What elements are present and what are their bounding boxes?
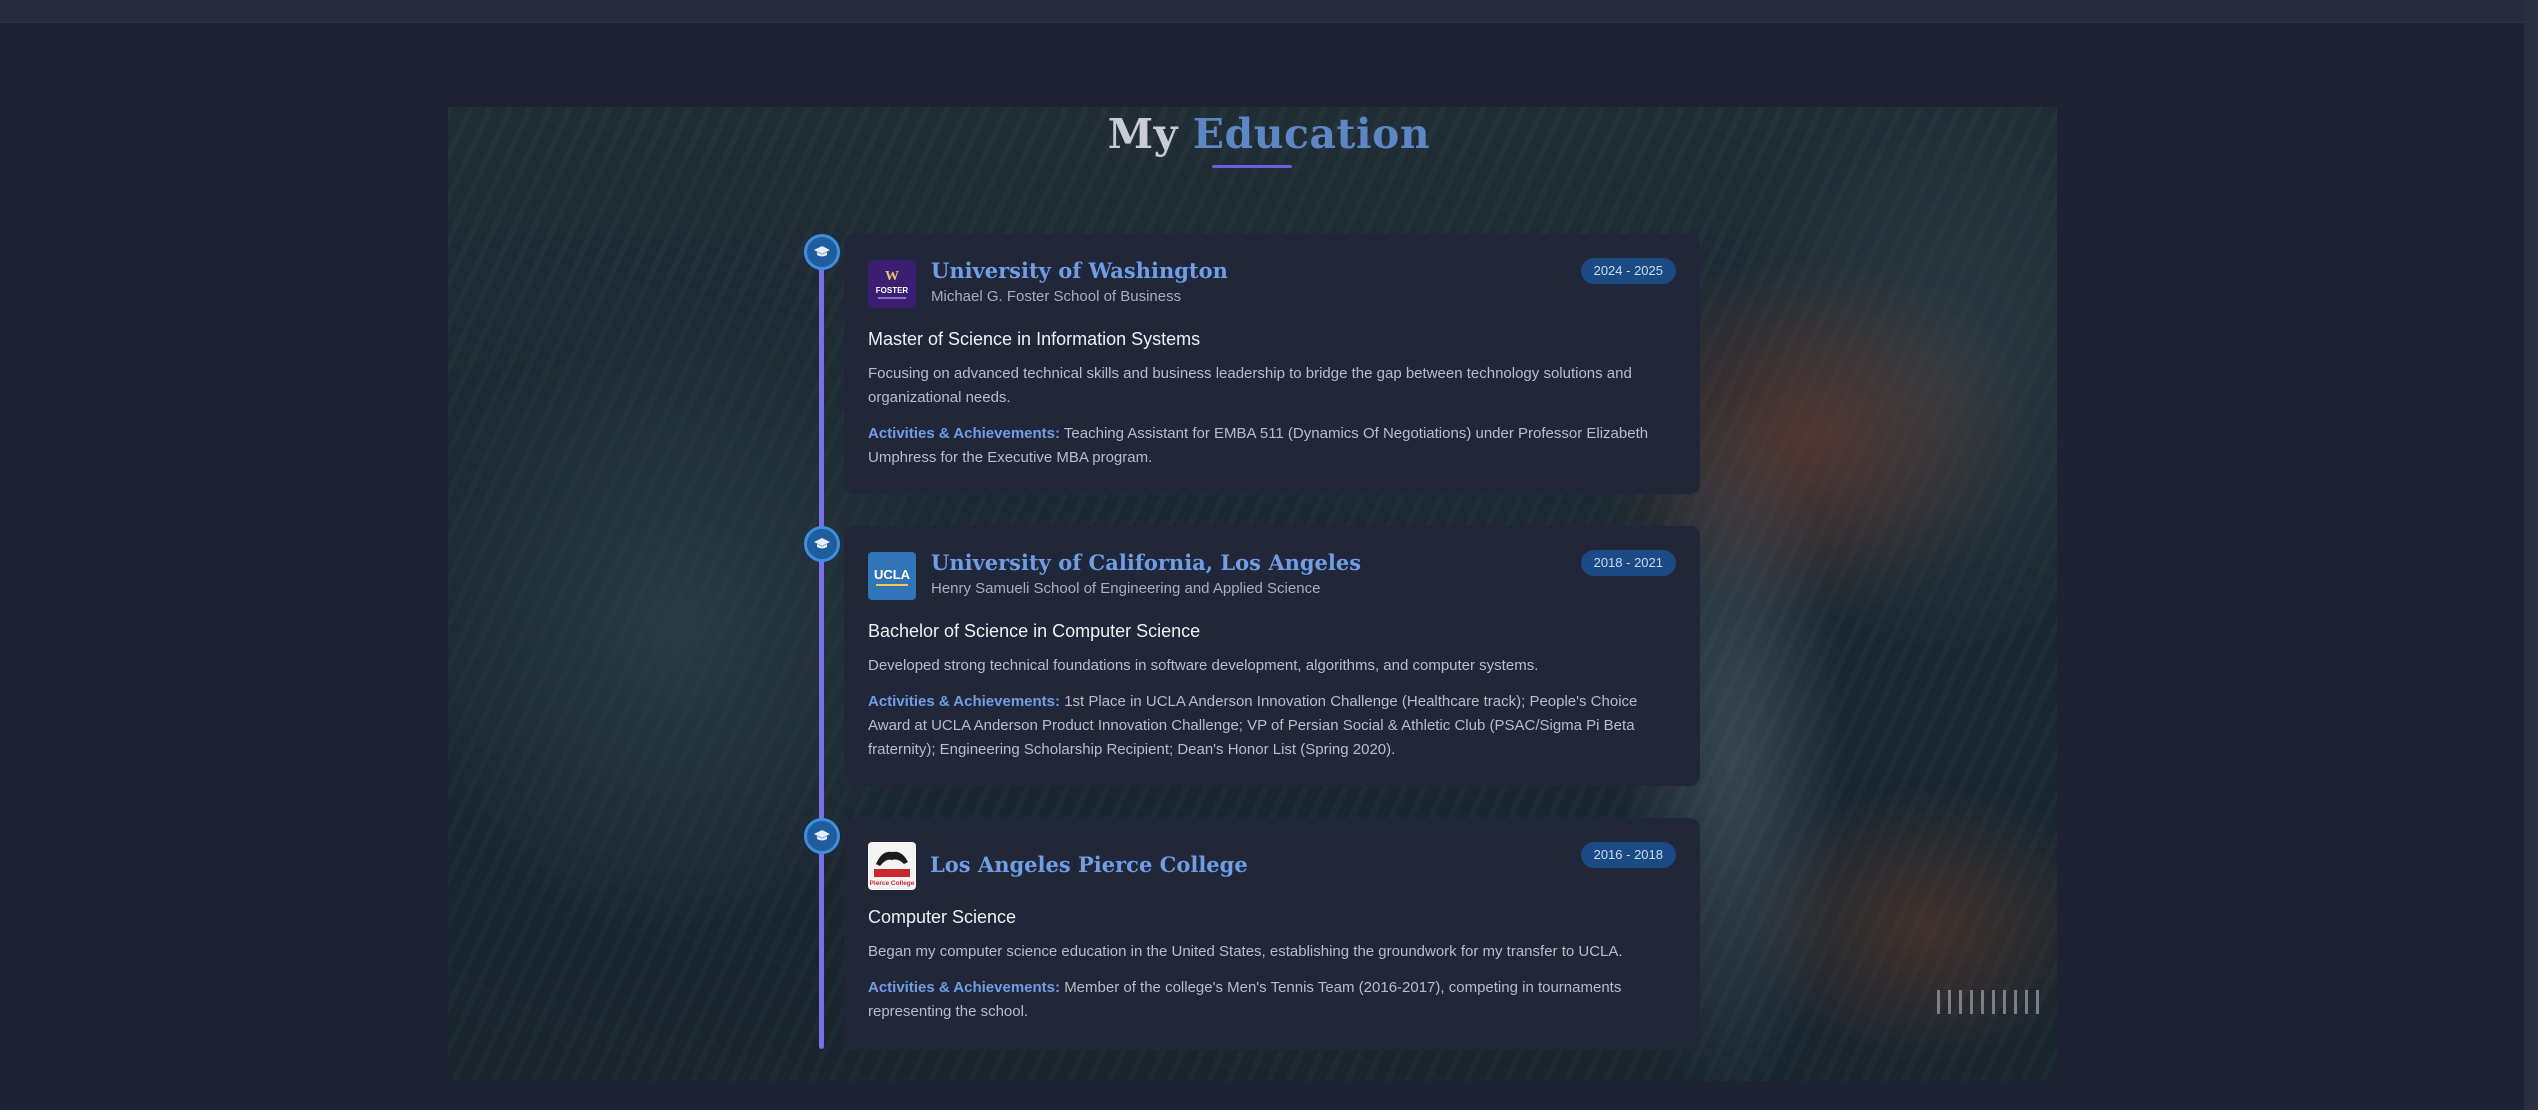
activities-label: Activities & Achievements: (868, 693, 1061, 710)
description: Focusing on advanced technical skills an… (868, 365, 1632, 406)
section-title-prefix: My (1107, 110, 1178, 158)
description: Began my computer science education in t… (868, 943, 1623, 960)
activities-label: Activities & Achievements: (868, 979, 1061, 996)
degree-title: Computer Science (868, 907, 1017, 927)
pierce-logo-icon: Pierce College (870, 851, 915, 887)
activities: Activities & Achievements: Teaching Assi… (868, 422, 1676, 470)
timeline-node-1 (804, 234, 840, 270)
university-logo: W FOSTER (868, 260, 916, 308)
svg-text:UCLA: UCLA (874, 567, 911, 582)
title-underline (1212, 165, 1292, 168)
degree-title: Bachelor of Science in Computer Science (868, 621, 1201, 641)
graduation-cap-icon (814, 246, 830, 257)
graduation-cap-icon (814, 538, 830, 549)
date-badge: 2018 - 2021 (1580, 550, 1676, 576)
education-card: UCLA University of California, Los Angel… (844, 526, 1700, 786)
education-card: W FOSTER University of Washington Michae… (844, 234, 1700, 494)
svg-text:W: W (885, 269, 899, 284)
activities: Activities & Achievements: 1st Place in … (868, 690, 1676, 762)
activities-label: Activities & Achievements: (868, 425, 1061, 442)
school-name: Michael G. Foster School of Business (931, 288, 1182, 305)
description: Developed strong technical foundations i… (868, 657, 1539, 674)
section-title: My Education (0, 110, 2538, 158)
institution-name: University of California, Los Angeles (931, 550, 1362, 575)
uw-logo-icon: W FOSTER (876, 269, 909, 299)
timeline-node-2 (804, 526, 840, 562)
university-logo: Pierce College (868, 842, 916, 890)
svg-text:Pierce College: Pierce College (870, 880, 915, 887)
school-name: Henry Samueli School of Engineering and … (931, 580, 1321, 597)
svg-text:FOSTER: FOSTER (876, 286, 909, 295)
scrollbar[interactable] (2524, 0, 2538, 1110)
browser-top-bar (0, 0, 2524, 23)
education-card: Pierce College Los Angeles Pierce Colleg… (844, 818, 1700, 1050)
date-badge: 2016 - 2018 (1580, 842, 1676, 868)
ucla-logo-icon: UCLA (874, 567, 911, 586)
decorative-bars (1937, 990, 2039, 1014)
date-badge: 2024 - 2025 (1580, 258, 1676, 284)
degree-title: Master of Science in Information Systems (868, 329, 1201, 349)
activities: Activities & Achievements: Member of the… (868, 976, 1676, 1024)
timeline-node-3 (804, 818, 840, 854)
institution-name: Los Angeles Pierce College (930, 852, 1248, 877)
institution-name: University of Washington (931, 258, 1228, 283)
university-logo: UCLA (868, 552, 916, 600)
timeline-line (819, 251, 824, 1049)
section-title-accent: Education (1192, 110, 1431, 158)
graduation-cap-icon (814, 830, 830, 841)
